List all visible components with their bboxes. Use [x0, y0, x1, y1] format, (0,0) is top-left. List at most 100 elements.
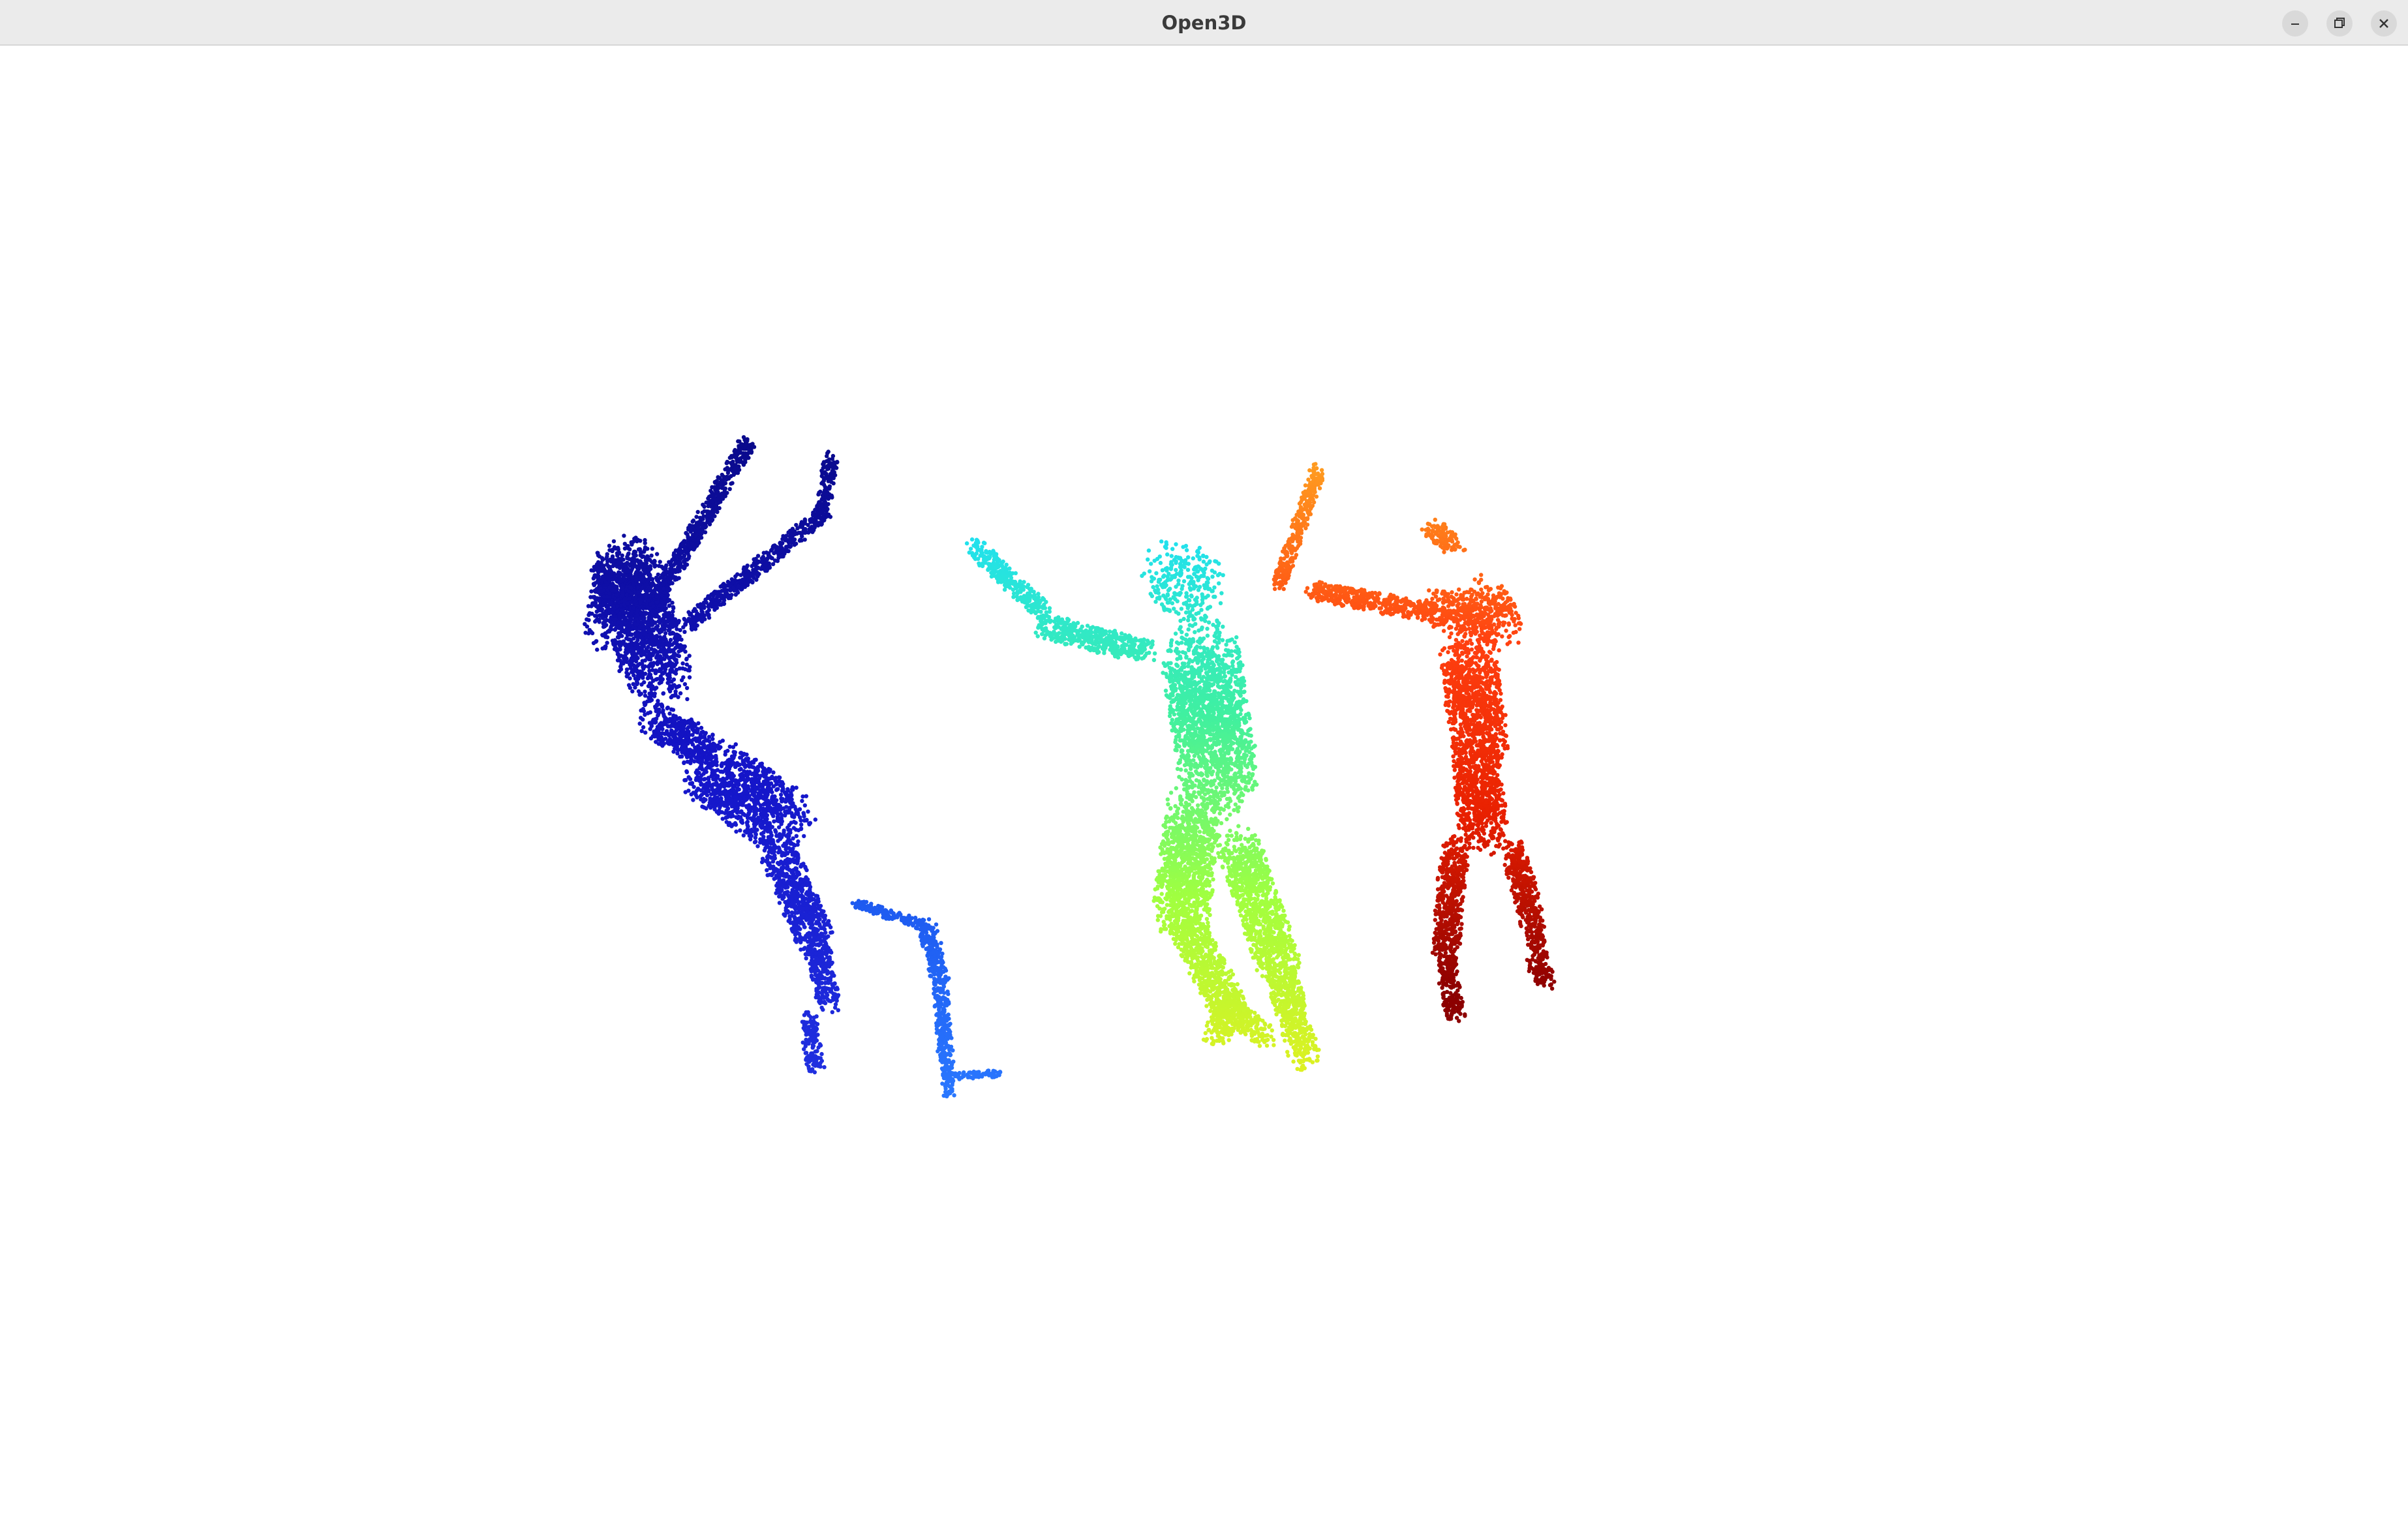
- point: [663, 631, 668, 636]
- point: [777, 776, 782, 780]
- point: [785, 903, 789, 908]
- point: [678, 648, 684, 653]
- point: [613, 618, 617, 622]
- point: [661, 671, 665, 676]
- point: [733, 821, 738, 826]
- point: [707, 800, 712, 806]
- point: [793, 932, 798, 937]
- point: [765, 868, 769, 873]
- point: [617, 669, 622, 673]
- point: [638, 550, 643, 554]
- point: [632, 650, 636, 655]
- point: [607, 543, 612, 548]
- point: [663, 566, 668, 571]
- point: [826, 449, 831, 454]
- title-bar[interactable]: Open3D: [0, 0, 2408, 46]
- point: [763, 768, 769, 773]
- point: [724, 776, 729, 781]
- point: [739, 456, 743, 460]
- point: [827, 462, 831, 468]
- point: [673, 617, 678, 622]
- point: [607, 585, 612, 590]
- point: [769, 834, 774, 838]
- point: [641, 624, 646, 628]
- point: [804, 933, 808, 939]
- point: [823, 976, 827, 980]
- point: [800, 883, 806, 888]
- point: [605, 640, 609, 645]
- point: [643, 537, 647, 543]
- point: [648, 695, 653, 700]
- point: [820, 509, 825, 514]
- point: [752, 557, 756, 562]
- point: [814, 931, 819, 936]
- point: [610, 610, 615, 615]
- point: [670, 613, 675, 618]
- dancer-1: [583, 435, 841, 1075]
- point: [758, 803, 763, 807]
- point: [815, 980, 819, 985]
- point: [800, 909, 805, 913]
- 3d-viewport[interactable]: [0, 47, 2408, 1521]
- point: [785, 885, 790, 890]
- point: [729, 462, 734, 466]
- point: [656, 579, 661, 584]
- point: [682, 682, 688, 687]
- point: [790, 928, 795, 933]
- point: [705, 517, 710, 522]
- point: [774, 875, 778, 881]
- point: [722, 601, 726, 607]
- point: [812, 963, 817, 968]
- point: [780, 789, 785, 793]
- point: [765, 557, 770, 562]
- maximize-button[interactable]: [2326, 10, 2353, 37]
- point: [825, 507, 830, 511]
- close-button[interactable]: [2371, 10, 2397, 37]
- point: [719, 781, 724, 787]
- point: [712, 796, 718, 800]
- point: [646, 684, 651, 689]
- point: [772, 558, 778, 563]
- point-cloud-canvas[interactable]: [0, 47, 2408, 1521]
- point: [759, 567, 763, 571]
- point: [723, 590, 727, 594]
- point: [686, 527, 691, 532]
- point: [635, 537, 640, 542]
- point: [716, 486, 721, 490]
- point: [752, 791, 756, 796]
- point: [786, 918, 791, 924]
- point: [781, 806, 786, 811]
- point: [627, 596, 632, 601]
- point: [587, 631, 591, 636]
- point: [617, 655, 622, 659]
- point: [679, 678, 684, 683]
- point: [611, 539, 617, 544]
- point: [661, 625, 665, 630]
- point: [707, 615, 712, 620]
- point: [816, 994, 821, 999]
- point: [639, 691, 643, 696]
- point: [766, 785, 770, 791]
- point: [752, 772, 757, 777]
- point: [782, 892, 787, 897]
- point: [729, 824, 734, 828]
- point: [629, 540, 633, 545]
- point: [812, 517, 817, 522]
- point: [631, 682, 635, 686]
- point: [785, 787, 790, 792]
- point: [709, 504, 714, 509]
- point: [654, 600, 660, 605]
- point: [707, 608, 712, 612]
- point: [723, 788, 727, 793]
- point: [703, 760, 708, 765]
- point: [755, 566, 760, 571]
- point: [805, 909, 810, 913]
- point: [754, 832, 758, 837]
- point: [740, 583, 744, 588]
- minimize-button[interactable]: [2282, 10, 2308, 37]
- point: [782, 881, 787, 886]
- point: [632, 605, 636, 610]
- point: [671, 575, 676, 579]
- point: [827, 919, 831, 924]
- point: [638, 560, 643, 564]
